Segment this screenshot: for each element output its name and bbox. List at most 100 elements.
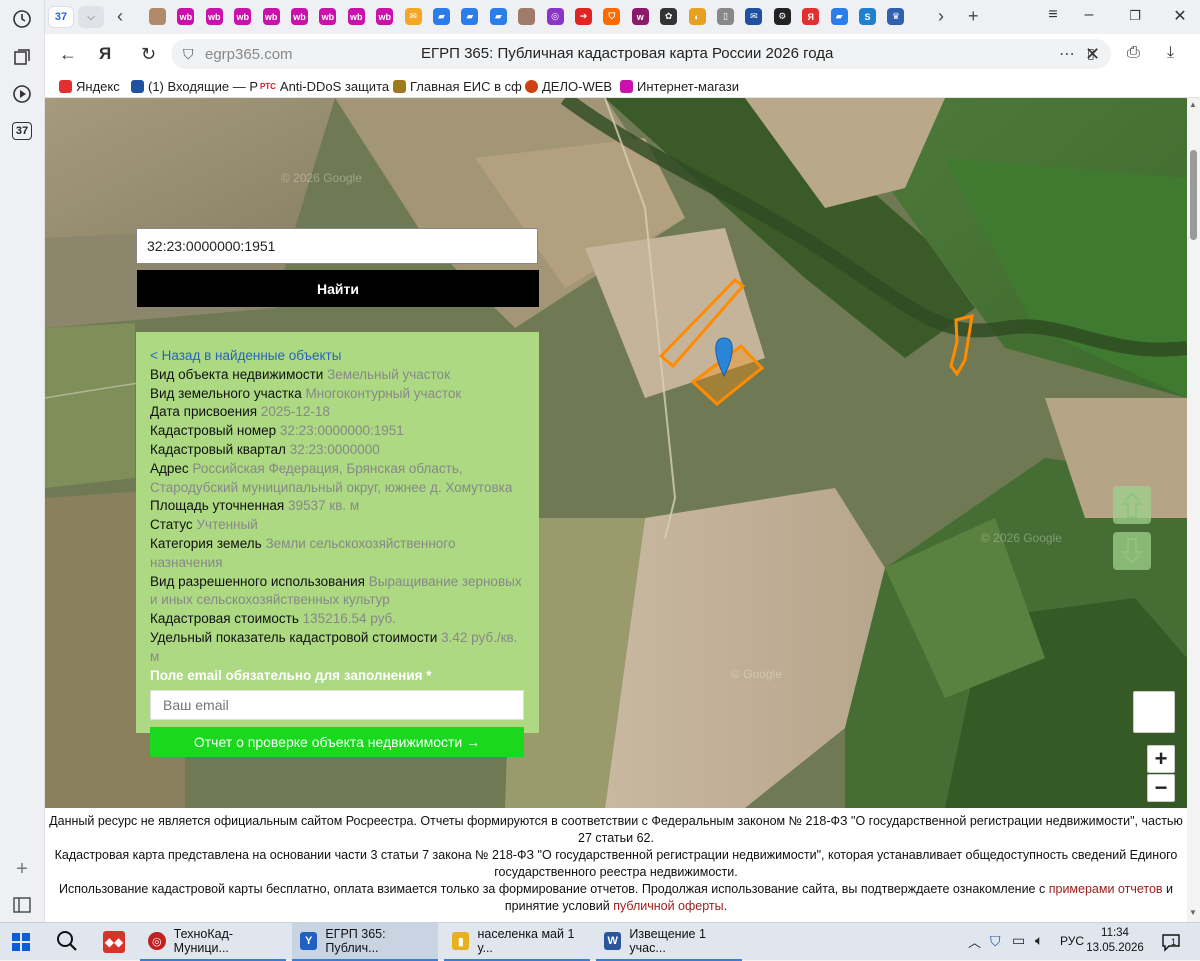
emblem-icon[interactable]: ♛	[887, 8, 905, 25]
browser-sidebar: 37 +	[0, 0, 45, 922]
scroll-down-icon[interactable]: ▼	[1189, 908, 1197, 917]
minimize-icon[interactable]: –	[1079, 6, 1099, 24]
download-arrow-icon[interactable]: ⤓	[1167, 44, 1174, 62]
language-indicator[interactable]: РУС	[1060, 934, 1084, 948]
taskbar-app[interactable]: Y ЕГРП 365: Публич...	[292, 923, 438, 961]
shield-icon[interactable]: ⛉	[603, 8, 621, 25]
gear-icon[interactable]: ⚙	[773, 8, 791, 25]
bookmark-item[interactable]: РТС Anti-DDoS защита	[260, 79, 389, 94]
info-row: Категория земель Земли сельскохозяйствен…	[150, 535, 525, 573]
page-title: ЕГРП 365: Публичная кадастровая карта Ро…	[421, 45, 834, 62]
doc-icon[interactable]: ▰	[489, 8, 507, 25]
layer-switch-button[interactable]	[1133, 691, 1175, 733]
tray-chevron-icon[interactable]: ︿	[968, 932, 981, 951]
back-icon[interactable]: ←	[59, 44, 77, 65]
doc-icon[interactable]: ▰	[433, 8, 450, 25]
arrow-down-icon[interactable]	[1113, 532, 1151, 570]
tabs-dropdown-icon[interactable]: ⌵	[78, 6, 104, 28]
notifications-icon[interactable]: 1	[1160, 931, 1182, 953]
tabs-counter[interactable]: 37	[48, 6, 74, 28]
doc-icon[interactable]: ▰	[830, 8, 848, 25]
extension-icon[interactable]: ✕	[1085, 44, 1100, 65]
info-row: Адрес Российская Федерация, Брянская обл…	[150, 460, 525, 498]
yandex-icon[interactable]: Я	[802, 8, 820, 25]
new-tab-icon[interactable]: +	[968, 6, 979, 27]
s-icon[interactable]: S	[859, 8, 876, 25]
anydesk-icon[interactable]: ◆◆	[103, 931, 125, 953]
email-input[interactable]	[150, 690, 524, 721]
taskbar-app[interactable]: W Извещение 1 учас...	[596, 923, 742, 961]
search-button[interactable]: Найти	[137, 270, 539, 307]
wb-icon[interactable]: wb	[177, 8, 195, 25]
bookmark-item[interactable]: Яндекс	[59, 79, 120, 94]
doc-icon[interactable]: ▰	[461, 8, 479, 25]
paw-icon[interactable]: ✿	[660, 8, 678, 25]
restore-icon[interactable]: ❐	[1125, 8, 1145, 24]
info-label: Категория земель	[150, 535, 262, 551]
arrow-icon[interactable]: ➔	[575, 8, 592, 25]
info-label: Вид объекта недвижимости	[150, 366, 324, 382]
cadastral-search-input[interactable]	[136, 228, 538, 264]
order-report-button[interactable]: Отчет о проверке объекта недвижимости →	[150, 727, 524, 758]
wb-icon[interactable]: wb	[205, 8, 223, 25]
report-examples-link[interactable]: примерами отчетов	[1049, 882, 1163, 896]
tabs-scroll-right-icon[interactable]: ›	[938, 6, 944, 27]
pill-icon[interactable]: ◐	[688, 8, 706, 25]
wb-icon[interactable]: wb	[376, 8, 394, 25]
security-icon[interactable]: ⛉	[990, 933, 1001, 950]
collections-icon[interactable]	[11, 46, 33, 68]
taskbar-app[interactable]: ▮ населенка май 1 у...	[444, 923, 590, 961]
system-clock[interactable]: 11:34 13.05.2026	[1085, 926, 1145, 956]
public-offer-link[interactable]: публичной оферты	[613, 899, 723, 913]
add-panel-icon[interactable]: +	[11, 858, 33, 880]
info-row: Площадь уточненная 39537 кв. м	[150, 497, 525, 516]
ring-icon[interactable]: ◎	[546, 8, 564, 25]
play-icon[interactable]	[11, 83, 33, 105]
info-label: Кадастровый номер	[150, 423, 277, 439]
history-icon[interactable]	[11, 8, 33, 30]
info-row: Вид объекта недвижимости Земельный участ…	[150, 366, 525, 385]
yandex-icon[interactable]: Я	[99, 44, 111, 64]
wb-icon[interactable]: wb	[262, 8, 280, 25]
url-text: egrp365.com	[205, 46, 293, 63]
wb-icon[interactable]: wb	[319, 8, 337, 25]
zoom-out-button[interactable]: −	[1147, 774, 1175, 802]
page-icon[interactable]: ▯	[717, 8, 734, 25]
wb-icon[interactable]: wb	[291, 8, 308, 25]
menu-icon[interactable]: ≡	[1043, 6, 1063, 24]
arrow-up-icon[interactable]	[1113, 486, 1151, 524]
site-info-icon[interactable]: ⛉	[183, 46, 194, 63]
tabs-scroll-left-icon[interactable]: ‹	[117, 6, 123, 27]
network-icon[interactable]: ▭	[1012, 932, 1025, 949]
windows-start-icon[interactable]	[12, 933, 30, 954]
downloads-icon[interactable]: ⎙	[1127, 44, 1140, 62]
wb-icon[interactable]: wb	[234, 8, 252, 25]
bookmark-item[interactable]: Интернет-магази	[620, 79, 739, 94]
taskbar-app[interactable]: ◎ ТехноКад-Муници...	[140, 923, 286, 961]
url-box[interactable]: ⛉ egrp365.com ЕГРП 365: Публичная кадаст…	[171, 39, 1111, 69]
panel-toggle-icon[interactable]	[11, 894, 33, 916]
back-to-results-link[interactable]: < Назад в найденные объекты	[150, 347, 525, 366]
reload-icon[interactable]: ↻	[141, 44, 156, 65]
volume-icon[interactable]: 🔈︎	[1035, 932, 1043, 949]
map-watermark: © Google	[731, 667, 782, 681]
info-row: Кадастровая стоимость 135216.54 руб.	[150, 610, 525, 629]
avatar-icon[interactable]	[149, 8, 166, 25]
mail-icon[interactable]: ✉	[745, 8, 763, 25]
scroll-thumb[interactable]	[1190, 150, 1197, 240]
bookmark-item[interactable]: (1) Входящие — Р	[131, 79, 258, 94]
tabs-count-badge[interactable]: 37	[12, 122, 32, 140]
more-icon[interactable]: ⋯	[1059, 44, 1075, 64]
w-icon[interactable]: w	[631, 8, 649, 25]
bookmark-item[interactable]: ДЕЛО-WEB	[525, 79, 612, 94]
mail-icon[interactable]: ✉	[404, 8, 422, 25]
bookmark-item[interactable]: Главная ЕИС в сф	[393, 79, 522, 94]
avatar-icon[interactable]	[518, 8, 536, 25]
search-icon[interactable]	[56, 930, 78, 955]
zoom-in-button[interactable]: +	[1147, 745, 1175, 773]
page-scrollbar[interactable]: ▲ ▼	[1187, 98, 1200, 922]
scroll-up-icon[interactable]: ▲	[1189, 100, 1197, 109]
tab-bar: 37 ⌵ ‹ wb wb wb wb wb wb wb wb ✉ ▰ ▰ ▰ ◎ ➔ ⛉ w ✿ ◐ ▯ ✉ ⚙ Я ▰ S ♛…	[45, 0, 1200, 34]
wb-icon[interactable]: wb	[347, 8, 365, 25]
close-window-icon[interactable]: ✕	[1170, 6, 1190, 26]
